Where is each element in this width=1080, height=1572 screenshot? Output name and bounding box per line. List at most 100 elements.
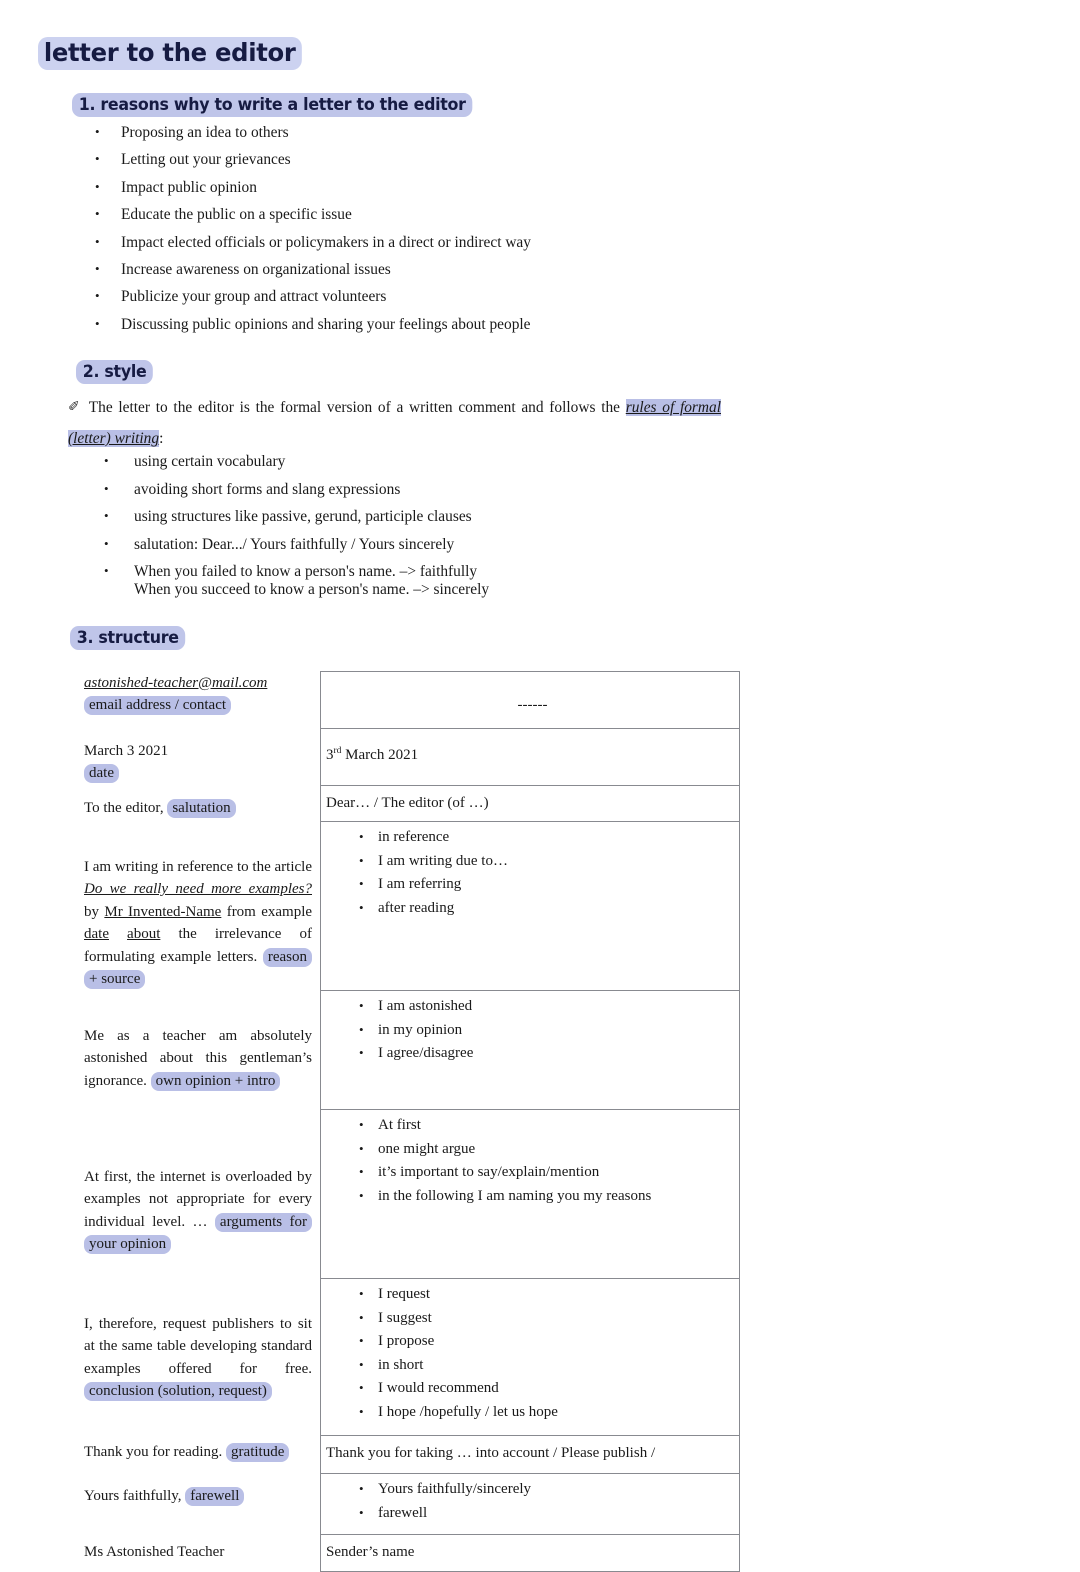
arguments-paragraph: At first, the internet is overloaded by … — [84, 1110, 312, 1256]
list-item: Letting out your grievances — [95, 145, 531, 173]
row-contact-right: ------ — [320, 671, 740, 729]
list-item: in reference — [326, 825, 739, 850]
opinion-phrase-list: I am astonished in my opinion I agree/di… — [326, 994, 739, 1066]
farewell-text: Yours faithfully, — [84, 1487, 186, 1504]
list-item: I am referring — [326, 872, 739, 897]
row-arguments-right: At first one might argue it’s important … — [320, 1109, 740, 1279]
contact-email: astonished-teacher@mail.com — [84, 674, 268, 691]
list-item: in the following I am naming you my reas… — [326, 1184, 739, 1209]
list-item: Publicize your group and attract volunte… — [95, 282, 531, 310]
row-date-right: 3rd March 2021 — [320, 728, 740, 786]
conclusion-label: conclusion (solution, request) — [84, 1382, 272, 1401]
list-item: Educate the public on a specific issue — [95, 200, 531, 228]
contact-label: email address / contact — [84, 696, 232, 715]
list-item-line2: When you succeed to know a person's name… — [134, 581, 490, 598]
date-value: March 3 2021 — [84, 742, 169, 759]
list-item: it’s important to say/explain/mention — [326, 1160, 739, 1185]
structure-table: astonished-teacher@mail.com email addres… — [80, 671, 740, 1572]
row-farewell-right: Yours faithfully/sincerely farewell — [320, 1473, 740, 1535]
table-row: Yours faithfully, farewell Yours faithfu… — [80, 1473, 740, 1535]
page-title: letter to the editor — [38, 37, 302, 70]
list-item: Proposing an idea to others — [95, 118, 531, 146]
sender-label: Sender’s name — [326, 1544, 415, 1560]
list-item: Yours faithfully/sincerely — [326, 1477, 739, 1502]
row-gratitude-left: Thank you for reading. gratitude — [80, 1436, 321, 1474]
list-item: after reading — [326, 896, 739, 921]
salutation-phrases: Dear… / The editor (of …) — [326, 795, 489, 811]
table-row: astonished-teacher@mail.com email addres… — [80, 671, 740, 729]
table-row: Ms Astonished Teacher Sender’s name — [80, 1534, 740, 1572]
reason-p2: by — [84, 903, 105, 920]
list-item: I propose — [326, 1329, 739, 1354]
conclusion-phrase-list: I request I suggest I propose in short I… — [326, 1282, 739, 1425]
gratitude-phrases: Thank you for taking … into account / Pl… — [326, 1445, 656, 1461]
reason-phrase-list: in reference I am writing due to… I am r… — [326, 825, 739, 921]
gratitude-label: gratitude — [226, 1442, 290, 1462]
list-item: I hope /hopefully / let us hope — [326, 1400, 739, 1425]
table-row: I, therefore, request publishers to sit … — [80, 1278, 740, 1436]
conclusion-text: I, therefore, request publishers to sit … — [84, 1315, 312, 1377]
table-row: Me as a teacher am absolutely astonished… — [80, 990, 740, 1110]
row-reason-left: I am writing in reference to the article… — [80, 822, 321, 991]
list-item: Discussing public opinions and sharing y… — [95, 310, 531, 338]
reason-author: Mr Invented-Name — [104, 903, 222, 920]
arguments-phrase-list: At first one might argue it’s important … — [326, 1113, 739, 1209]
reason-p3: from example — [221, 903, 313, 920]
list-item: avoiding short forms and slang expressio… — [104, 475, 489, 504]
reason-about: about — [127, 926, 161, 942]
row-reason-right: in reference I am writing due to… I am r… — [320, 821, 740, 991]
row-contact-left: astonished-teacher@mail.com email addres… — [80, 672, 321, 729]
section-heading-style: 2. style — [76, 360, 154, 384]
row-opinion-left: Me as a teacher am absolutely astonished… — [80, 991, 321, 1110]
reason-article-title: Do we really need more examples? — [84, 881, 312, 897]
section-heading-reasons: 1. reasons why to write a letter to the … — [72, 93, 473, 117]
list-item: Impact elected officials or policymakers… — [95, 228, 531, 256]
row-conclusion-left: I, therefore, request publishers to sit … — [80, 1279, 321, 1436]
table-row: March 3 2021 date 3rd March 2021 — [80, 728, 740, 786]
date-formatted: 3rd March 2021 — [326, 733, 739, 769]
reason-date: date — [84, 926, 109, 942]
reason-p1: I am writing in reference to the article — [84, 858, 312, 875]
list-item: Increase awareness on organizational iss… — [95, 255, 531, 283]
date-rest: March 2021 — [341, 747, 419, 763]
gratitude-line: Thank you for reading. gratitude — [84, 1436, 312, 1464]
style-intro-text: The letter to the editor is the formal v… — [88, 399, 626, 416]
date-label: date — [84, 764, 119, 783]
list-item: At first — [326, 1113, 739, 1138]
table-row: At first, the internet is overloaded by … — [80, 1109, 740, 1279]
list-item: I suggest — [326, 1306, 739, 1331]
farewell-line: Yours faithfully, farewell — [84, 1474, 312, 1508]
table-row: Thank you for reading. gratitude Thank y… — [80, 1435, 740, 1474]
row-opinion-right: I am astonished in my opinion I agree/di… — [320, 990, 740, 1110]
salutation-label: salutation — [167, 798, 236, 818]
row-sender-right: Sender’s name — [320, 1534, 740, 1572]
opinion-label: own opinion + intro — [150, 1071, 281, 1091]
reason-paragraph: I am writing in reference to the article… — [84, 822, 312, 991]
list-item: I am astonished — [326, 994, 739, 1019]
opinion-paragraph: Me as a teacher am absolutely astonished… — [84, 991, 312, 1093]
row-arguments-left: At first, the internet is overloaded by … — [80, 1110, 321, 1279]
row-farewell-left: Yours faithfully, farewell — [80, 1474, 321, 1535]
farewell-label: farewell — [185, 1486, 245, 1506]
list-item: salutation: Dear.../ Yours faithfully / … — [104, 530, 489, 559]
list-item: Impact public opinion — [95, 173, 531, 201]
date-label-wrap: date — [84, 762, 312, 785]
date-day: 3 — [326, 747, 334, 763]
list-item: I would recommend — [326, 1376, 739, 1401]
reasons-list: Proposing an idea to others Letting out … — [95, 118, 531, 338]
document-page: letter to the editor 1. reasons why to w… — [0, 0, 1080, 1572]
contact-dashes: ------ — [517, 697, 548, 713]
row-salutation-right: Dear… / The editor (of …) — [320, 785, 740, 822]
sender-name: Ms Astonished Teacher — [84, 1543, 225, 1560]
quill-icon: ✐ — [68, 400, 80, 415]
list-item: one might argue — [326, 1137, 739, 1162]
farewell-phrase-list: Yours faithfully/sincerely farewell — [326, 1477, 739, 1526]
list-item: I am writing due to… — [326, 849, 739, 874]
contact-label-wrap: email address / contact — [84, 694, 312, 717]
row-salutation-left: To the editor, salutation — [80, 786, 321, 822]
style-intro-colon: : — [159, 430, 164, 447]
list-item: farewell — [326, 1501, 739, 1526]
conclusion-paragraph: I, therefore, request publishers to sit … — [84, 1279, 312, 1403]
row-date-left: March 3 2021 date — [80, 729, 321, 786]
list-item: in short — [326, 1353, 739, 1378]
